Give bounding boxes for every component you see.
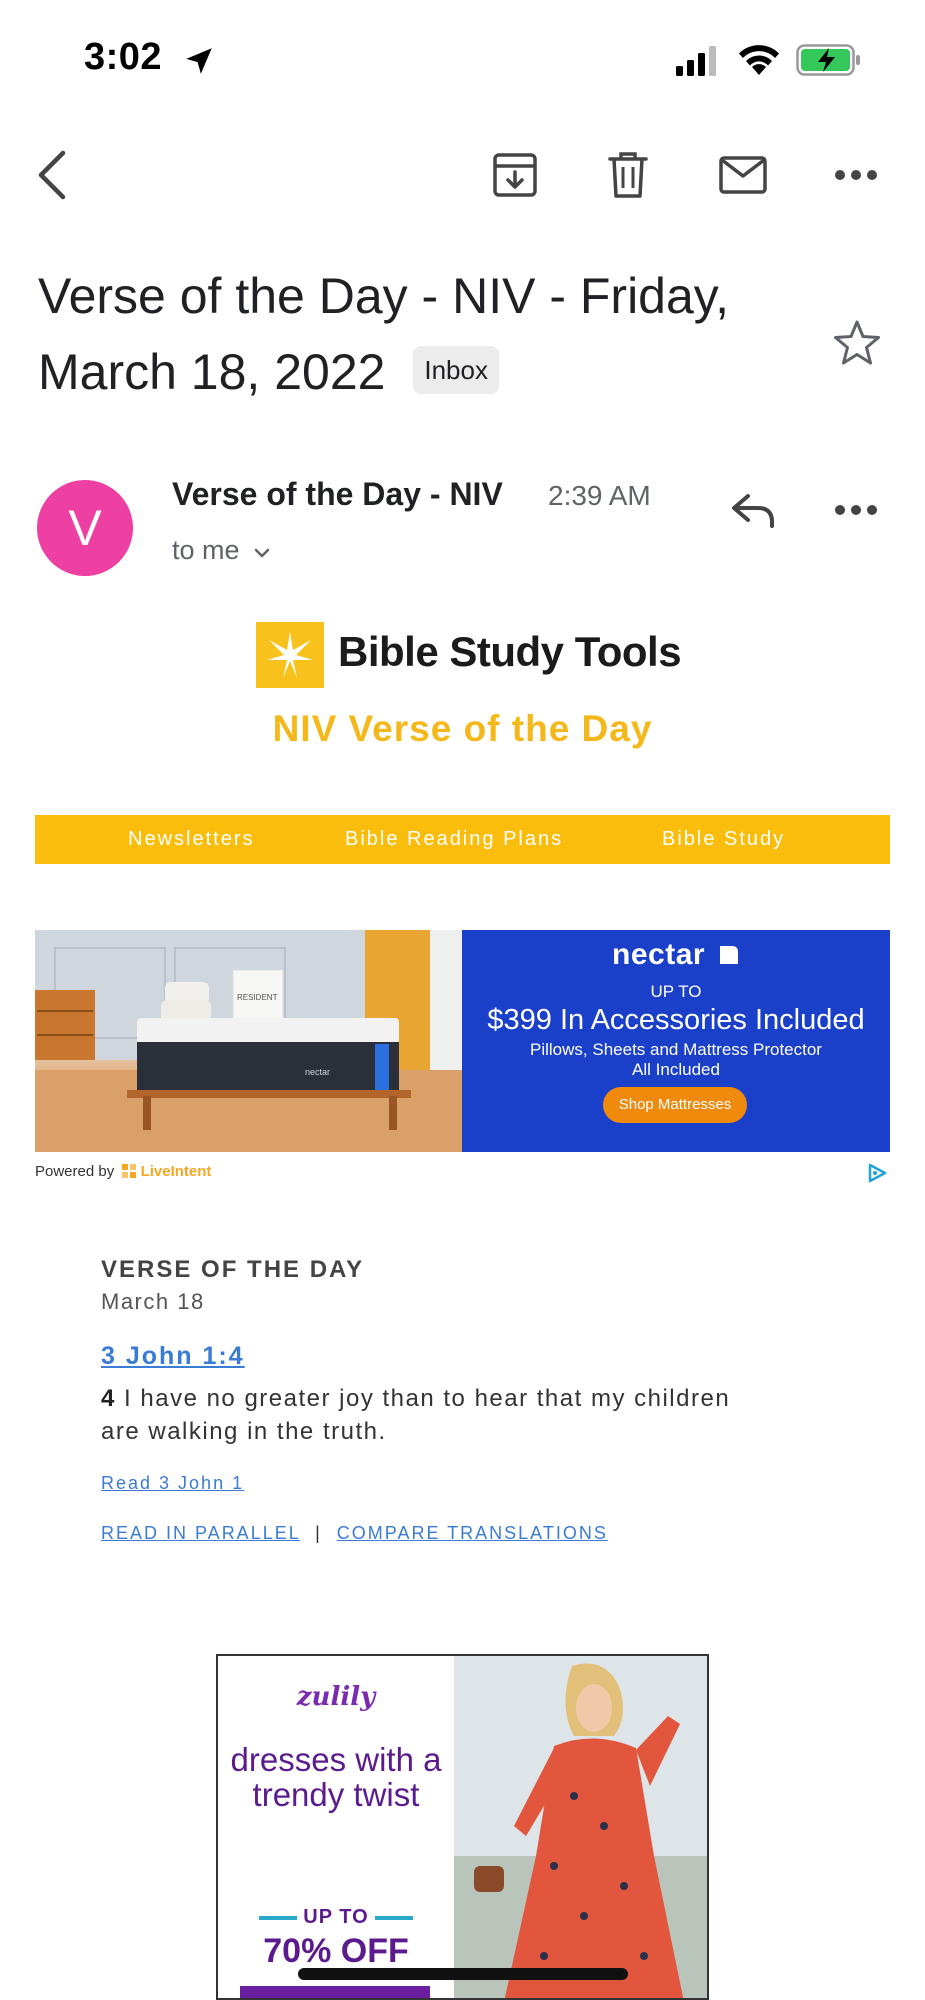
box-label: RESIDENT [237, 993, 278, 1002]
newsletter-title: NIV Verse of the Day [272, 708, 653, 749]
zulily-ad[interactable]: zulily dresses with a trendy twist UP TO… [216, 1654, 709, 2000]
more-horizontal-icon [835, 170, 877, 180]
compare-translations-link[interactable]: COMPARE TRANSLATIONS [337, 1523, 608, 1543]
provider-name[interactable]: LiveIntent [141, 1163, 212, 1180]
zulily-up-to-row: UP TO [218, 1906, 454, 1929]
verse-heading: VERSE OF THE DAY [101, 1256, 365, 1283]
bible-study-tools-logo[interactable] [256, 622, 324, 688]
message-more-icon[interactable] [830, 490, 882, 530]
chevron-down-icon [254, 548, 270, 558]
sunburst-icon [267, 632, 313, 678]
inbox-label-chip[interactable]: Inbox [413, 345, 499, 394]
sender-name: Verse of the Day - NIV [172, 476, 503, 512]
nectar-logo-icon [719, 946, 738, 964]
star-icon[interactable] [832, 318, 882, 368]
ad-headline: $399 In Accessories Included [487, 1004, 865, 1036]
nectar-ad[interactable]: RESIDENT nectar nectar UP TO $399 In Acc… [35, 930, 890, 1152]
subject-text: Verse of the Day - NIV - Friday, March 1… [38, 268, 729, 400]
read-chapter-link[interactable]: Read 3 John 1 [101, 1473, 244, 1494]
status-bar: 3:02 [0, 0, 925, 120]
dress-model-illustration [454, 1656, 707, 1998]
adchoices-icon[interactable] [866, 1162, 888, 1184]
verse-number: 4 [101, 1385, 116, 1412]
link-separator: | [315, 1523, 322, 1543]
nav-bible-study[interactable]: Bible Study [662, 815, 785, 864]
nav-bible-reading-plans[interactable]: Bible Reading Plans [345, 815, 563, 864]
email-toolbar [0, 140, 925, 210]
nav-newsletters[interactable]: Newsletters [128, 815, 254, 864]
nectar-brand-text: nectar [612, 938, 706, 971]
sent-time: 2:39 AM [548, 480, 651, 511]
zulily-cta-bar[interactable] [240, 1986, 430, 1998]
nectar-ad-copy: nectar UP TO $399 In Accessories Include… [462, 930, 890, 1152]
zulily-logo: zulily [296, 1682, 376, 1712]
ad-up-to: UP TO [650, 982, 702, 1001]
verse-reference-link[interactable]: 3 John 1:4 [101, 1342, 245, 1371]
newsletter-nav: Newsletters Bible Reading Plans Bible St… [35, 815, 890, 864]
status-time: 3:02 [84, 36, 163, 78]
ad-subtext-line2: All Included [632, 1060, 720, 1079]
mail-icon [719, 156, 767, 194]
verse-body: 4 I have no greater joy than to hear tha… [101, 1382, 741, 1448]
cellular-signal-icon [676, 46, 716, 76]
reply-icon[interactable] [728, 484, 780, 536]
verse-links-row: READ IN PARALLEL | COMPARE TRANSLATIONS [101, 1523, 608, 1544]
back-button[interactable] [22, 140, 82, 210]
zulily-up-to: UP TO [303, 1906, 369, 1928]
dress-photo [454, 1656, 707, 1998]
shop-mattresses-button[interactable]: Shop Mattresses [603, 1087, 747, 1123]
zulily-ad-copy: zulily dresses with a trendy twist UP TO… [218, 1656, 454, 1998]
trash-icon [608, 152, 648, 198]
mattress-photo: RESIDENT nectar [35, 930, 462, 1152]
location-arrow-icon [186, 48, 212, 74]
home-indicator[interactable] [298, 1968, 628, 1980]
recipient-text: to me [172, 535, 240, 565]
dash-left [259, 1915, 298, 1920]
nectar-logo: nectar [462, 938, 890, 972]
ad-subtext: Pillows, Sheets and Mattress Protector A… [462, 1040, 890, 1080]
more-options-button[interactable] [826, 140, 886, 210]
newsletter-brand: Bible Study Tools [338, 628, 682, 675]
powered-by-text: Powered by [35, 1163, 115, 1180]
wifi-icon [739, 45, 779, 75]
read-in-parallel-link[interactable]: READ IN PARALLEL [101, 1523, 300, 1543]
email-subject: Verse of the Day - NIV - Friday, March 1… [38, 258, 828, 410]
archive-button[interactable] [485, 140, 545, 210]
battery-charging-icon [796, 44, 860, 76]
dash-right [374, 1915, 413, 1920]
recipient-details[interactable]: to me [172, 535, 271, 566]
sender-avatar[interactable]: V [37, 480, 133, 576]
bedroom-illustration: RESIDENT nectar [35, 930, 462, 1152]
liveintent-logo-icon [122, 1164, 137, 1178]
verse-date: March 18 [101, 1289, 205, 1314]
ad-subtext-line1: Pillows, Sheets and Mattress Protector [530, 1040, 822, 1059]
chevron-left-icon [38, 150, 66, 200]
delete-button[interactable] [598, 140, 658, 210]
powered-by: Powered by LiveIntent [35, 1163, 211, 1180]
zulily-discount: 70% OFF [263, 1932, 409, 1970]
archive-icon [493, 153, 537, 197]
verse-text: I have no greater joy than to hear that … [101, 1385, 731, 1445]
mark-unread-button[interactable] [713, 140, 773, 210]
zulily-tagline: dresses with a trendy twist [230, 1741, 442, 1813]
bed-label: nectar [305, 1067, 330, 1077]
